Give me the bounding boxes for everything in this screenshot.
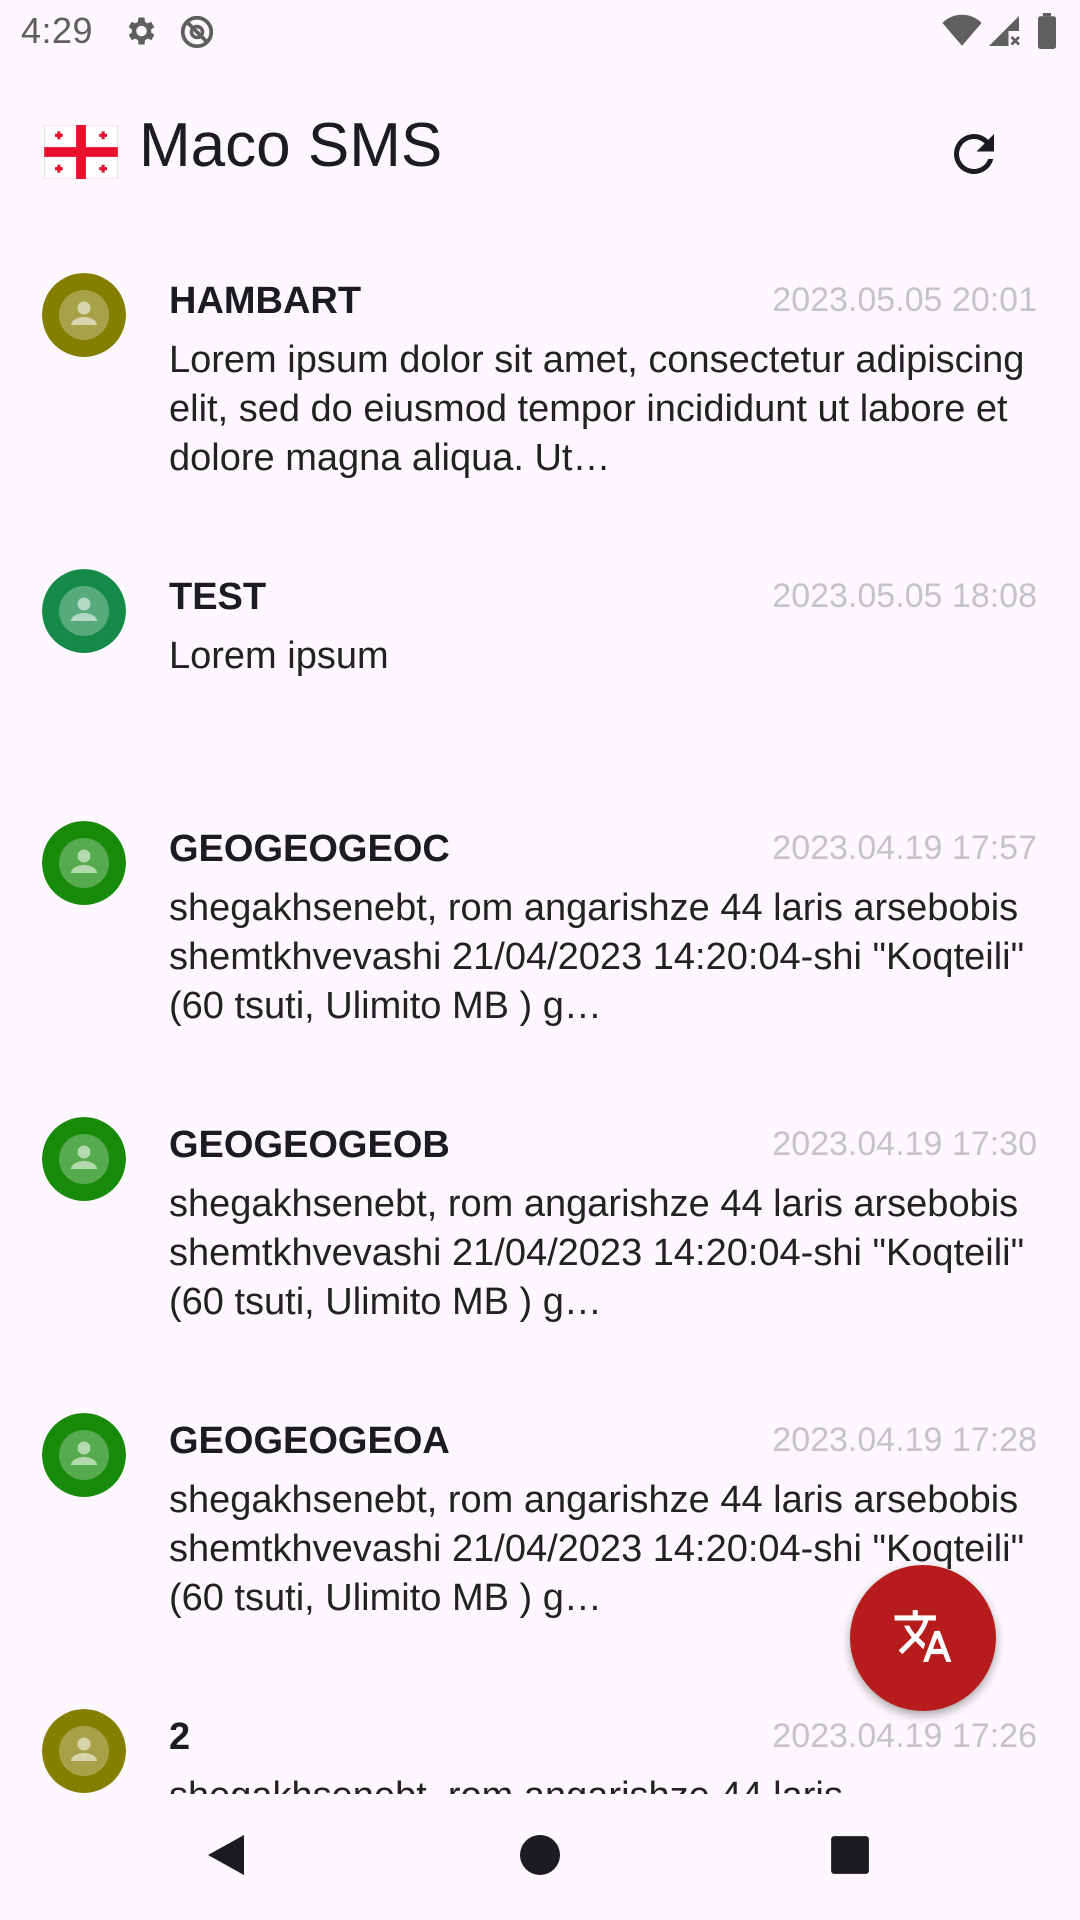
sender-name: 2 (169, 1716, 191, 1758)
message-body: shegakhsenebt, rom angarishze 44 laris a… (169, 1183, 1025, 1323)
refresh-icon (944, 124, 1004, 189)
avatar (42, 1117, 126, 1201)
gear-icon (122, 13, 158, 54)
avatar (42, 1413, 126, 1497)
person-icon (77, 1145, 91, 1159)
recents-button[interactable] (770, 1794, 930, 1920)
avatar (42, 821, 126, 905)
refresh-button[interactable] (930, 112, 1018, 200)
app-bar: Maco SMS (0, 66, 1080, 236)
message-body: Lorem ipsum dolor sit amet, consectetur … (169, 339, 1025, 479)
home-icon (518, 1833, 562, 1882)
navigation-bar (0, 1794, 1080, 1920)
message-date: 2023.05.05 18:08 (772, 577, 1037, 615)
status-bar: 4:29 (0, 0, 1080, 66)
back-icon (204, 1831, 248, 1884)
message-row[interactable]: HAMBART 2023.05.05 20:01 Lorem ipsum dol… (0, 236, 1080, 532)
sender-name: TEST (169, 576, 267, 618)
avatar (42, 569, 126, 653)
sender-name: GEOGEOGEOC (169, 828, 450, 870)
no-sync-icon (178, 13, 216, 56)
message-date: 2023.04.19 17:30 (772, 1125, 1037, 1163)
translate-button[interactable] (850, 1565, 996, 1711)
back-button[interactable] (146, 1794, 306, 1920)
message-date: 2023.05.05 20:01 (772, 281, 1037, 319)
app-title: Maco SMS (139, 111, 443, 180)
translate-icon (892, 1605, 954, 1672)
person-icon (77, 1441, 91, 1455)
recents-icon (829, 1834, 871, 1881)
message-row[interactable]: GEOGEOGEOC 2023.04.19 17:57 shegakhseneb… (0, 784, 1080, 1080)
person-icon (77, 1737, 91, 1751)
message-list[interactable]: HAMBART 2023.05.05 20:01 Lorem ipsum dol… (0, 236, 1080, 1794)
status-time: 4:29 (21, 10, 94, 51)
message-body: shegakhsenebt, rom angarishze 44 laris (169, 1772, 1037, 1794)
sender-name: GEOGEOGEOB (169, 1124, 450, 1166)
message-body: shegakhsenebt, rom angarishze 44 laris a… (169, 887, 1025, 1027)
home-button[interactable] (460, 1794, 620, 1920)
battery-icon (1036, 13, 1058, 54)
signal-icon (986, 13, 1022, 54)
wifi-icon (942, 13, 982, 54)
sender-name: GEOGEOGEOA (169, 1420, 450, 1462)
person-icon (77, 301, 91, 315)
message-body: Lorem ipsum (169, 635, 389, 677)
message-date: 2023.04.19 17:26 (772, 1717, 1037, 1755)
avatar (42, 273, 126, 357)
georgia-flag-icon (43, 124, 119, 180)
message-date: 2023.04.19 17:28 (772, 1421, 1037, 1459)
person-icon (77, 849, 91, 863)
sender-name: HAMBART (169, 280, 362, 322)
message-row[interactable]: GEOGEOGEOB 2023.04.19 17:30 shegakhseneb… (0, 1080, 1080, 1376)
person-icon (77, 597, 91, 611)
avatar (42, 1709, 126, 1793)
message-date: 2023.04.19 17:57 (772, 829, 1037, 867)
